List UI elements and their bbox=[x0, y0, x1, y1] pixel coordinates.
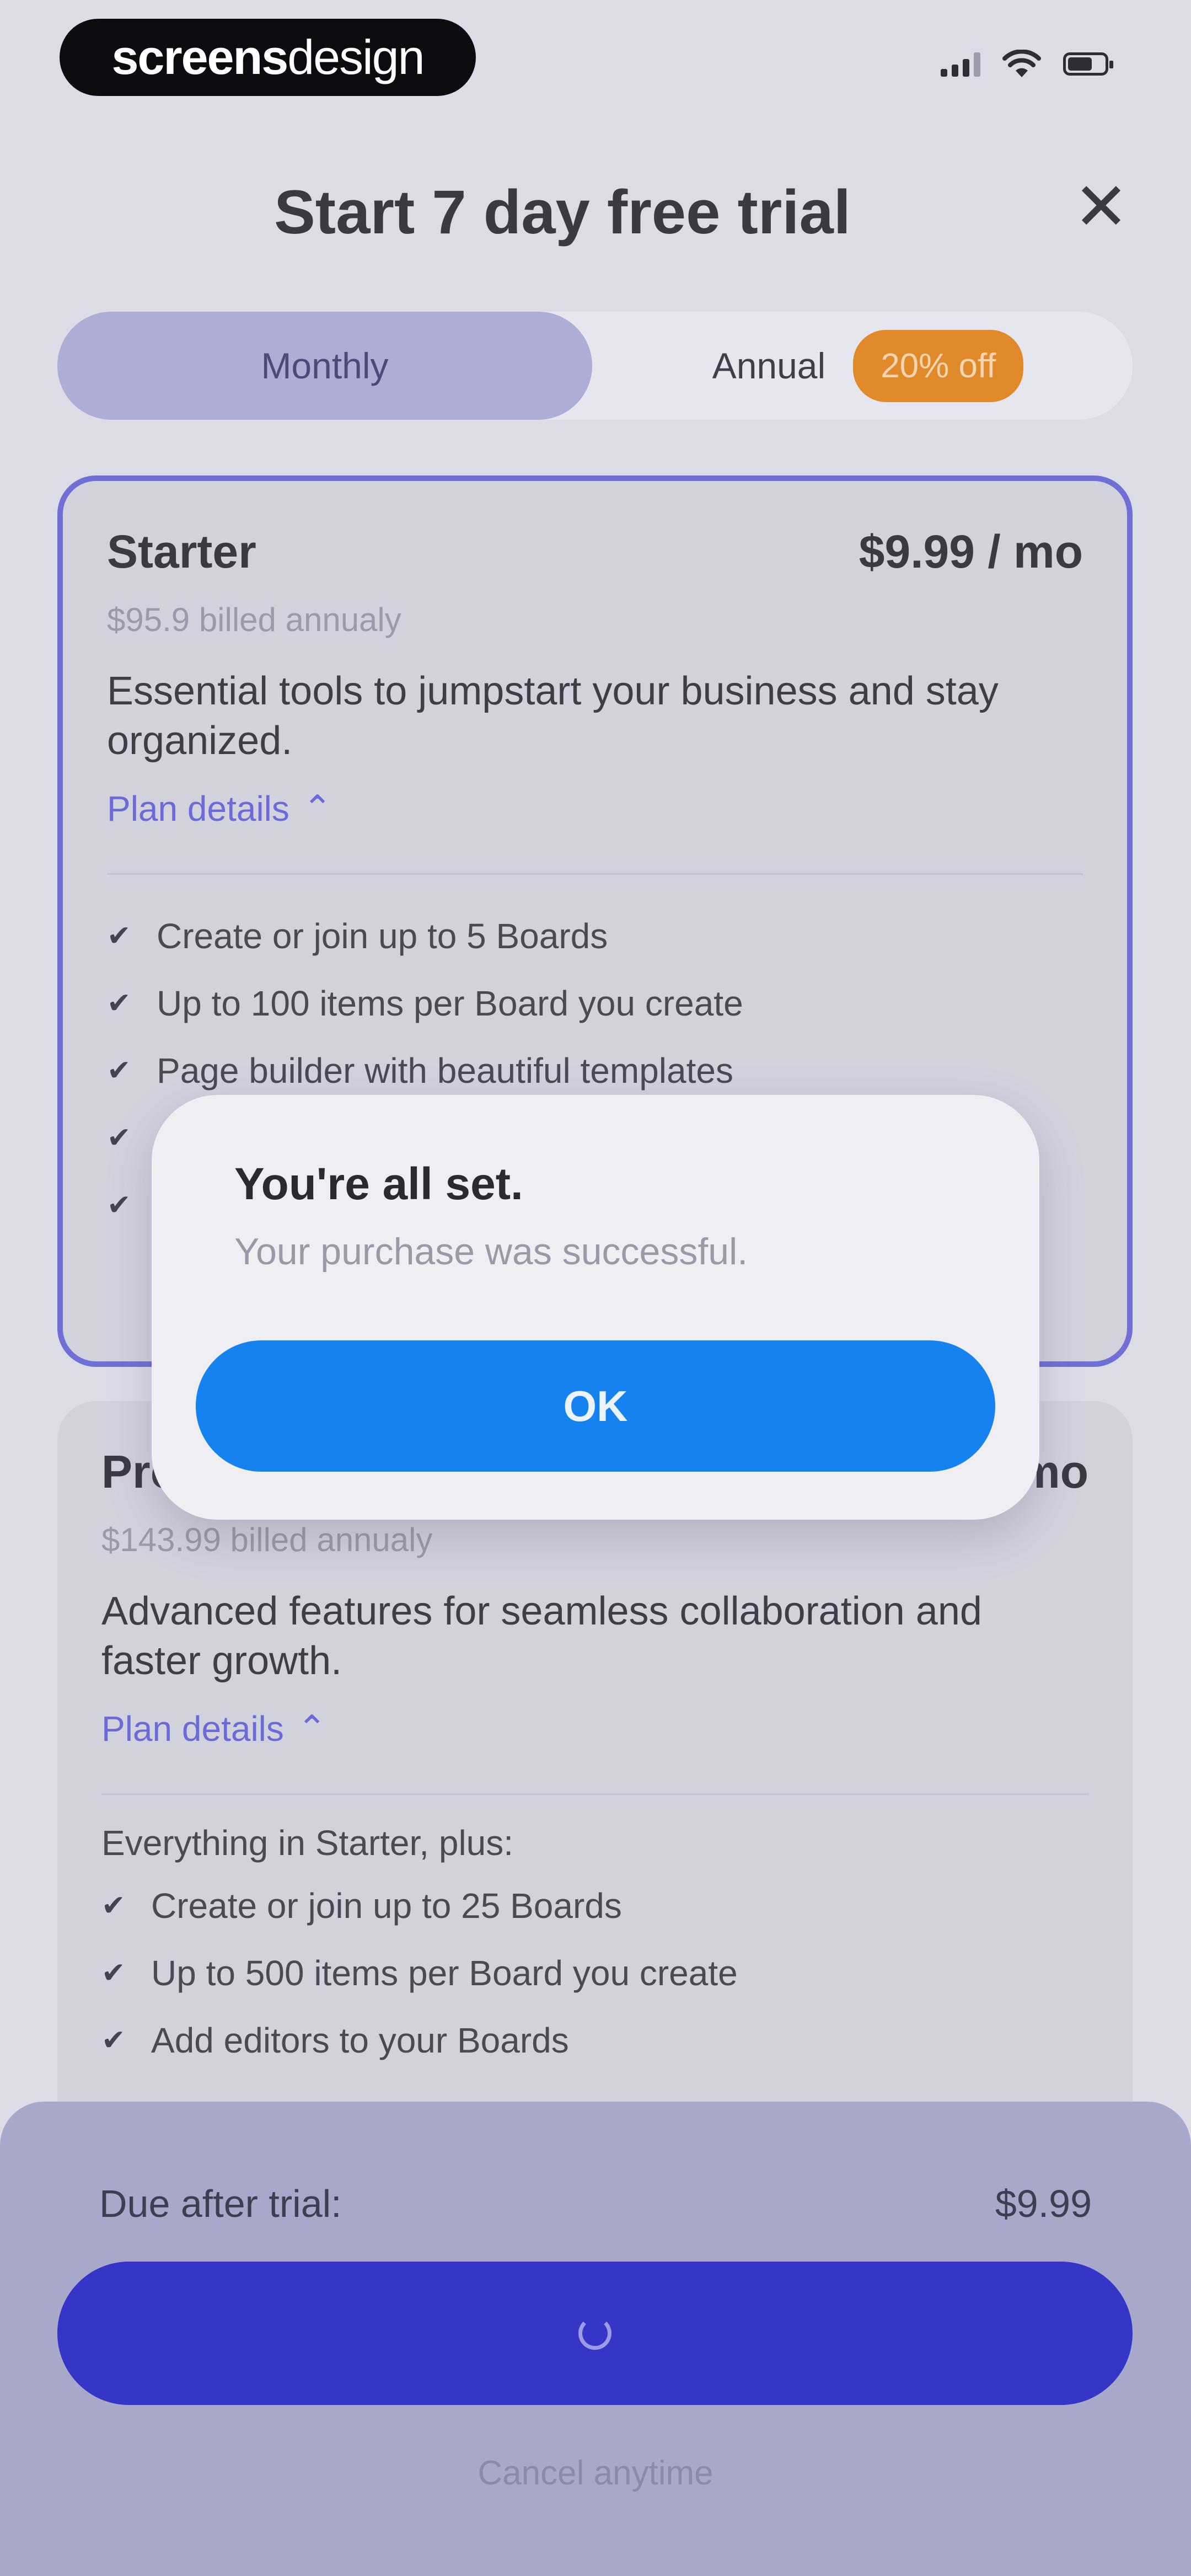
plan-description: Advanced features for seamless collabora… bbox=[101, 1589, 982, 1683]
brand-logo-light: design bbox=[287, 30, 425, 84]
checkmark-icon: ✔ bbox=[107, 1189, 131, 1221]
ok-button[interactable]: OK bbox=[196, 1340, 995, 1472]
feature-text: Create or join up to 5 Boards bbox=[157, 916, 608, 956]
checkmark-icon: ✔ bbox=[107, 1122, 131, 1154]
toggle-monthly-label: Monthly bbox=[261, 345, 389, 386]
chevron-up-icon: ⌃ bbox=[297, 1708, 327, 1748]
feature-text: Page builder with beautiful templates bbox=[157, 1051, 733, 1091]
purchase-success-dialog: You're all set. Your purchase was succes… bbox=[152, 1095, 1039, 1520]
feature-item: ✔ Add editors to your Boards bbox=[101, 2007, 1088, 2074]
loading-spinner-icon bbox=[578, 2317, 611, 2350]
toggle-annual-label: Annual bbox=[712, 345, 826, 386]
plan-details-label: Plan details bbox=[101, 1708, 284, 1749]
plan-name: Starter bbox=[107, 526, 256, 578]
checkmark-icon: ✔ bbox=[101, 1957, 126, 1989]
feature-item: ✔ Page builder with beautiful templates bbox=[107, 1037, 1083, 1104]
divider bbox=[107, 873, 1083, 875]
plan-details-link[interactable]: Plan details ⌃ bbox=[107, 788, 1083, 829]
checkmark-icon: ✔ bbox=[101, 2024, 126, 2056]
dialog-message: Your purchase was successful. bbox=[234, 1231, 748, 1273]
due-after-trial-row: Due after trial: $9.99 bbox=[99, 2182, 1092, 2226]
checkmark-icon: ✔ bbox=[107, 987, 131, 1019]
dialog-title: You're all set. bbox=[234, 1159, 523, 1209]
cellular-signal-icon bbox=[941, 51, 980, 77]
plan-price: $9.99 / mo bbox=[859, 526, 1083, 578]
feature-item: ✔ Up to 500 items per Board you create bbox=[101, 1939, 1088, 2007]
plan-details-label: Plan details bbox=[107, 788, 289, 829]
checkmark-icon: ✔ bbox=[101, 1890, 126, 1922]
feature-text: Up to 500 items per Board you create bbox=[151, 1953, 738, 1993]
billing-period-toggle: Monthly Annual 20% off bbox=[57, 312, 1133, 420]
feature-text: Up to 100 items per Board you create bbox=[157, 984, 743, 1023]
plan-includes-label: Everything in Starter, plus: bbox=[101, 1823, 514, 1863]
start-trial-button[interactable] bbox=[57, 2262, 1133, 2405]
checkmark-icon: ✔ bbox=[107, 1055, 131, 1087]
feature-item: ✔ Create or join up to 25 Boards bbox=[101, 1872, 1088, 1939]
battery-icon bbox=[1063, 52, 1113, 76]
checkout-footer: Due after trial: $9.99 Cancel anytime bbox=[0, 2102, 1191, 2576]
feature-text: Create or join up to 25 Boards bbox=[151, 1886, 622, 1926]
checkmark-icon: ✔ bbox=[107, 920, 131, 952]
chevron-up-icon: ⌃ bbox=[302, 788, 332, 828]
cancel-anytime-text: Cancel anytime bbox=[478, 2454, 713, 2492]
discount-badge: 20% off bbox=[853, 329, 1024, 402]
plan-description: Essential tools to jumpstart your busine… bbox=[107, 669, 999, 763]
paywall-screen: screens design Start 7 day free trial ✕ M… bbox=[0, 0, 1191, 2576]
toggle-monthly[interactable]: Monthly bbox=[57, 312, 592, 420]
due-value: $9.99 bbox=[995, 2182, 1092, 2225]
plan-billed-annual: $95.9 billed annualy bbox=[107, 601, 401, 638]
feature-item: ✔ Up to 100 items per Board you create bbox=[107, 970, 1083, 1037]
ok-button-label: OK bbox=[563, 1381, 628, 1430]
brand-logo-bold: screens bbox=[111, 30, 288, 84]
plan-billed-annual: $143.99 billed annualy bbox=[101, 1521, 433, 1558]
due-label: Due after trial: bbox=[99, 2182, 342, 2225]
page-title: Start 7 day free trial bbox=[274, 178, 851, 247]
close-icon[interactable]: ✕ bbox=[1071, 174, 1131, 240]
divider bbox=[101, 1793, 1088, 1795]
status-icons bbox=[941, 50, 1113, 78]
toggle-annual[interactable]: Annual 20% off bbox=[603, 312, 1133, 420]
plan-details-link[interactable]: Plan details ⌃ bbox=[101, 1708, 1088, 1749]
brand-logo: screens design bbox=[60, 19, 476, 96]
feature-item: ✔ Create or join up to 5 Boards bbox=[107, 902, 1083, 970]
feature-text: Add editors to your Boards bbox=[151, 2021, 569, 2060]
wifi-icon bbox=[1002, 50, 1041, 77]
